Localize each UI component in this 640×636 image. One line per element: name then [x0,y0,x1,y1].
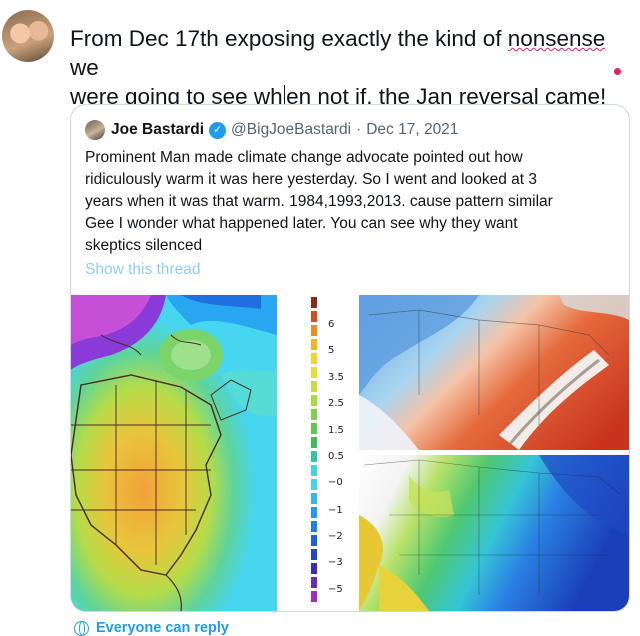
scale-label: 6 [328,319,335,330]
notification-dot [614,68,621,75]
scale-label: 2.5 [328,398,344,409]
quoted-tweet-text: Prominent Man made climate change advoca… [85,149,553,254]
quoted-tweet-date[interactable]: Dec 17, 2021 [366,121,458,139]
scale-label: −1 [328,505,343,516]
temperature-anomaly-map-us-dec[interactable] [359,295,629,450]
user-avatar[interactable] [2,10,54,62]
scale-label: 3.5 [328,372,344,383]
tweet-media-grid[interactable]: 6 5 3.5 2.5 1.5 0.5 −0 −1 −2 −3 −5 [71,295,629,611]
quoted-author-handle[interactable]: @BigJoeBastardi [231,121,351,139]
temperature-anomaly-map-us-jan[interactable] [359,455,629,611]
verified-badge-icon: ✓ [209,121,227,139]
scale-label: −5 [328,584,343,595]
quoted-tweet-card[interactable]: Joe Bastardi ✓ @BigJoeBastardi · Dec 17,… [70,104,630,612]
scale-label: 1.5 [328,425,344,436]
compose-line1-end: we [70,55,99,80]
scale-label: 0.5 [328,451,344,462]
scale-label: −0 [328,477,343,488]
reply-setting-label: Everyone can reply [96,620,229,636]
scale-label: −2 [328,531,343,542]
quoted-author-avatar[interactable] [85,120,105,140]
quoted-author-name[interactable]: Joe Bastardi [111,121,204,139]
misspelled-word[interactable]: nonsense [508,26,606,51]
temperature-anomaly-map-east[interactable] [71,295,277,611]
quoted-tweet-header: Joe Bastardi ✓ @BigJoeBastardi · Dec 17,… [85,119,458,141]
globe-icon [74,620,89,636]
scale-label: −3 [328,557,343,568]
header-separator: · [356,121,362,138]
scale-label: 5 [328,345,335,356]
reply-setting[interactable]: Everyone can reply [74,620,229,636]
show-thread-link[interactable]: Show this thread [85,261,200,279]
compose-line1-text: From Dec 17th exposing exactly the kind … [70,26,508,51]
color-scale-legend: 6 5 3.5 2.5 1.5 0.5 −0 −1 −2 −3 −5 [309,295,359,611]
tweet-compose-text[interactable]: From Dec 17th exposing exactly the kind … [70,24,630,111]
